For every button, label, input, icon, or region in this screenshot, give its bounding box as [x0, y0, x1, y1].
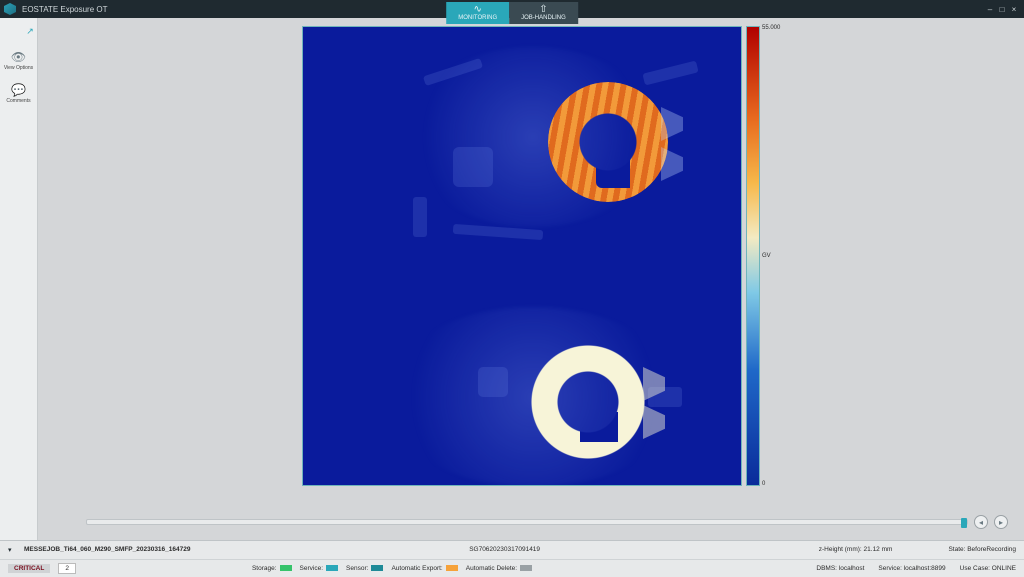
timeline-prev-button[interactable]: ◂	[974, 515, 988, 529]
maximize-button[interactable]: □	[996, 3, 1008, 15]
status-swatch-green	[280, 565, 292, 571]
exposure-heatmap[interactable]	[302, 26, 742, 486]
heatmap-container: 55.000 GV 0	[302, 26, 760, 486]
layer-timeline: ◂ ▸	[86, 516, 1008, 528]
eye-icon: 👁	[11, 50, 26, 64]
left-sidebar: ↗ 👁 View Options 💬 Comments	[0, 18, 38, 540]
timeline-next-button[interactable]: ▸	[994, 515, 1008, 529]
part-top-tab	[661, 107, 683, 141]
status-footer: ▾ MESSEJOB_Ti64_060_M290_SMFP_20230316_1…	[0, 540, 1024, 577]
collapse-sidebar-button[interactable]: ↗	[23, 24, 37, 38]
sidebar-item-view-options[interactable]: 👁 View Options	[4, 50, 33, 71]
status-swatch-teal	[371, 565, 383, 571]
colorbar-min: 0	[762, 481, 765, 487]
z-height-status: z-Height (mm): 21.12 mm	[819, 546, 893, 553]
part-top-heatmap	[548, 82, 668, 202]
part-top-tab	[661, 147, 683, 181]
app-logo-icon	[4, 3, 16, 15]
critical-count: 2	[58, 563, 76, 574]
usecase-status: Use Case: ONLINE	[960, 565, 1016, 572]
monitoring-icon: ∿	[473, 5, 481, 15]
job-expand-toggle[interactable]: ▾	[8, 546, 16, 554]
tab-label: JOB-HANDLING	[521, 15, 566, 21]
state-status: State: BeforeRecording	[948, 546, 1016, 553]
auto-delete-status: Automatic Delete:	[466, 565, 532, 572]
status-swatch-teal	[326, 565, 338, 571]
main-area: ↗ 👁 View Options 💬 Comments	[0, 18, 1024, 540]
color-scale: 55.000 GV 0	[746, 26, 760, 486]
dbms-status: DBMS: localhost	[816, 565, 864, 572]
storage-status: Storage:	[252, 565, 292, 572]
service-host-status: Service: localhost:8899	[878, 565, 945, 572]
tab-job-handling[interactable]: ⇧ JOB-HANDLING	[509, 2, 578, 24]
critical-badge[interactable]: CRITICAL	[8, 564, 50, 573]
close-button[interactable]: ×	[1008, 3, 1020, 15]
status-swatch-orange	[446, 565, 458, 571]
service-status: Service:	[300, 565, 338, 572]
part-bottom-heatmap	[528, 342, 648, 462]
job-sg-id: SG70620230317091419	[469, 546, 540, 553]
sidebar-item-comments[interactable]: 💬 Comments	[6, 83, 30, 104]
sidebar-item-label: Comments	[6, 99, 30, 104]
sidebar-item-label: View Options	[4, 66, 33, 71]
timeline-track[interactable]	[86, 519, 968, 525]
minimize-button[interactable]: –	[984, 3, 996, 15]
layer-viewer[interactable]: 55.000 GV 0 ◂ ▸	[38, 18, 1024, 540]
colorbar-unit: GV	[762, 253, 771, 259]
app-title: EOSTATE Exposure OT	[22, 5, 108, 14]
comment-icon: 💬	[11, 83, 26, 97]
timeline-thumb[interactable]	[961, 518, 967, 528]
tab-label: MONITORING	[458, 15, 497, 21]
status-swatch-grey	[520, 565, 532, 571]
main-tabs: ∿ MONITORING ⇧ JOB-HANDLING	[446, 2, 578, 24]
auto-export-status: Automatic Export:	[391, 565, 457, 572]
upload-icon: ⇧	[539, 5, 547, 15]
job-name: MESSEJOB_Ti64_060_M290_SMFP_20230316_164…	[24, 546, 190, 553]
tab-monitoring[interactable]: ∿ MONITORING	[446, 2, 509, 24]
colorbar-max: 55.000	[762, 25, 780, 31]
sensor-status: Sensor:	[346, 565, 383, 572]
